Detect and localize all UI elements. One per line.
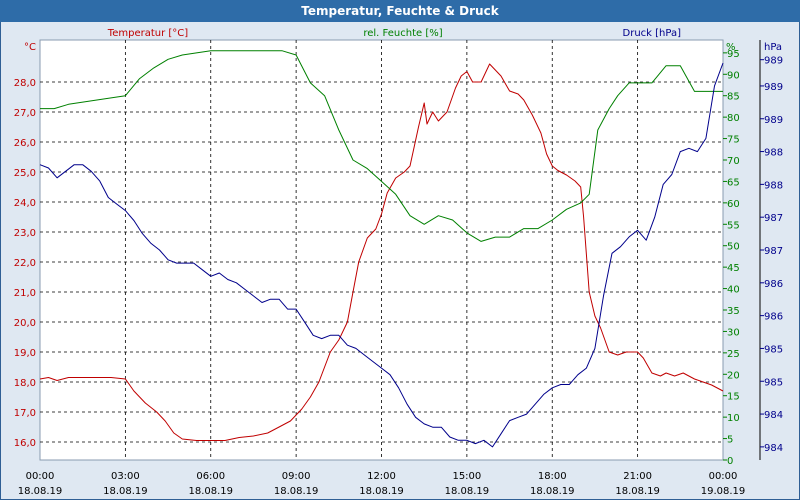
x-tick-time: 12:00 [367,471,396,482]
temp-tick-label: 24,0 [14,198,36,209]
x-tick-date: 18.08.19 [188,486,233,497]
x-tick-date: 18.08.19 [445,486,490,497]
pressure-tick-label: 985 [764,344,783,355]
humidity-tick-label: 50 [727,242,740,253]
humidity-tick-label: 65 [727,177,740,188]
humidity-tick-label: 85 [727,92,740,103]
x-tick-date: 18.08.19 [615,486,660,497]
humidity-tick-label: 55 [727,220,740,231]
pressure-tick-label: 984 [764,443,783,454]
x-tick-date: 18.08.19 [530,486,575,497]
x-tick-time: 21:00 [623,471,652,482]
humidity-tick-label: 20 [727,370,740,381]
x-tick-time: 06:00 [196,471,225,482]
temp-tick-label: 22,0 [14,258,36,269]
pressure-tick-label: 986 [764,279,783,290]
humidity-tick-label: 60 [727,199,740,210]
x-tick-date: 18.08.19 [359,486,404,497]
x-tick-time: 00:00 [26,471,55,482]
humidity-tick-label: 70 [727,156,740,167]
x-tick-date: 18.08.19 [274,486,319,497]
temp-tick-label: 18,0 [14,378,36,389]
humidity-tick-label: 25 [727,349,740,360]
temp-tick-label: 25,0 [14,168,36,179]
pressure-tick-label: 985 [764,377,783,388]
humidity-tick-label: 90 [727,70,740,81]
humidity-axis-label: rel. Feuchte [%] [363,28,442,39]
pressure-axis-label: Druck [hPa] [623,28,682,39]
humidity-tick-label: 5 [727,435,733,446]
humidity-tick-label: 75 [727,135,740,146]
temp-axis-label: Temperatur [°C] [107,28,188,39]
x-tick-time: 18:00 [538,471,567,482]
temp-axis-unit: °C [24,42,36,53]
humidity-tick-label: 15 [727,392,740,403]
pressure-tick-label: 987 [764,213,783,224]
pressure-tick-label: 989 [764,115,783,126]
x-tick-date: 19.08.19 [701,486,746,497]
temp-tick-label: 21,0 [14,288,36,299]
x-tick-time: 15:00 [452,471,481,482]
pressure-tick-label: 984 [764,410,783,421]
humidity-tick-label: 30 [727,327,740,338]
temp-tick-label: 23,0 [14,228,36,239]
pressure-tick-label: 987 [764,246,783,257]
chart-svg: 16,0 17,0 18,0 19,0 20,0 21,0 22,0 23,0 24,0 25,0… [14,28,783,497]
humidity-tick-label: 0 [727,456,733,467]
temp-tick-label: 27,0 [14,108,36,119]
pressure-tick-label: 989 [764,56,783,67]
temp-tick-label: 28,0 [14,78,36,89]
pressure-axis-unit: hPa [764,42,782,53]
x-tick-time: 03:00 [111,471,140,482]
pressure-tick-label: 988 [764,180,783,191]
x-tick-date: 18.08.19 [103,486,148,497]
pressure-tick-label: 986 [764,312,783,323]
temp-tick-label: 19,0 [14,348,36,359]
pressure-tick-label: 989 [764,82,783,93]
temp-tick-label: 20,0 [14,318,36,329]
humidity-axis-unit: % [726,42,736,53]
humidity-tick-label: 40 [727,285,740,296]
pressure-tick-label: 988 [764,148,783,159]
temp-tick-label: 26,0 [14,138,36,149]
temp-tick-label: 16,0 [14,438,36,449]
humidity-tick-label: 10 [727,413,740,424]
humidity-tick-label: 45 [727,263,740,274]
humidity-tick-label: 80 [727,113,740,124]
x-tick-time: 00:00 [709,471,738,482]
x-tick-date: 18.08.19 [18,486,63,497]
temp-tick-label: 17,0 [14,408,36,419]
x-tick-time: 09:00 [282,471,311,482]
humidity-tick-label: 35 [727,306,740,317]
